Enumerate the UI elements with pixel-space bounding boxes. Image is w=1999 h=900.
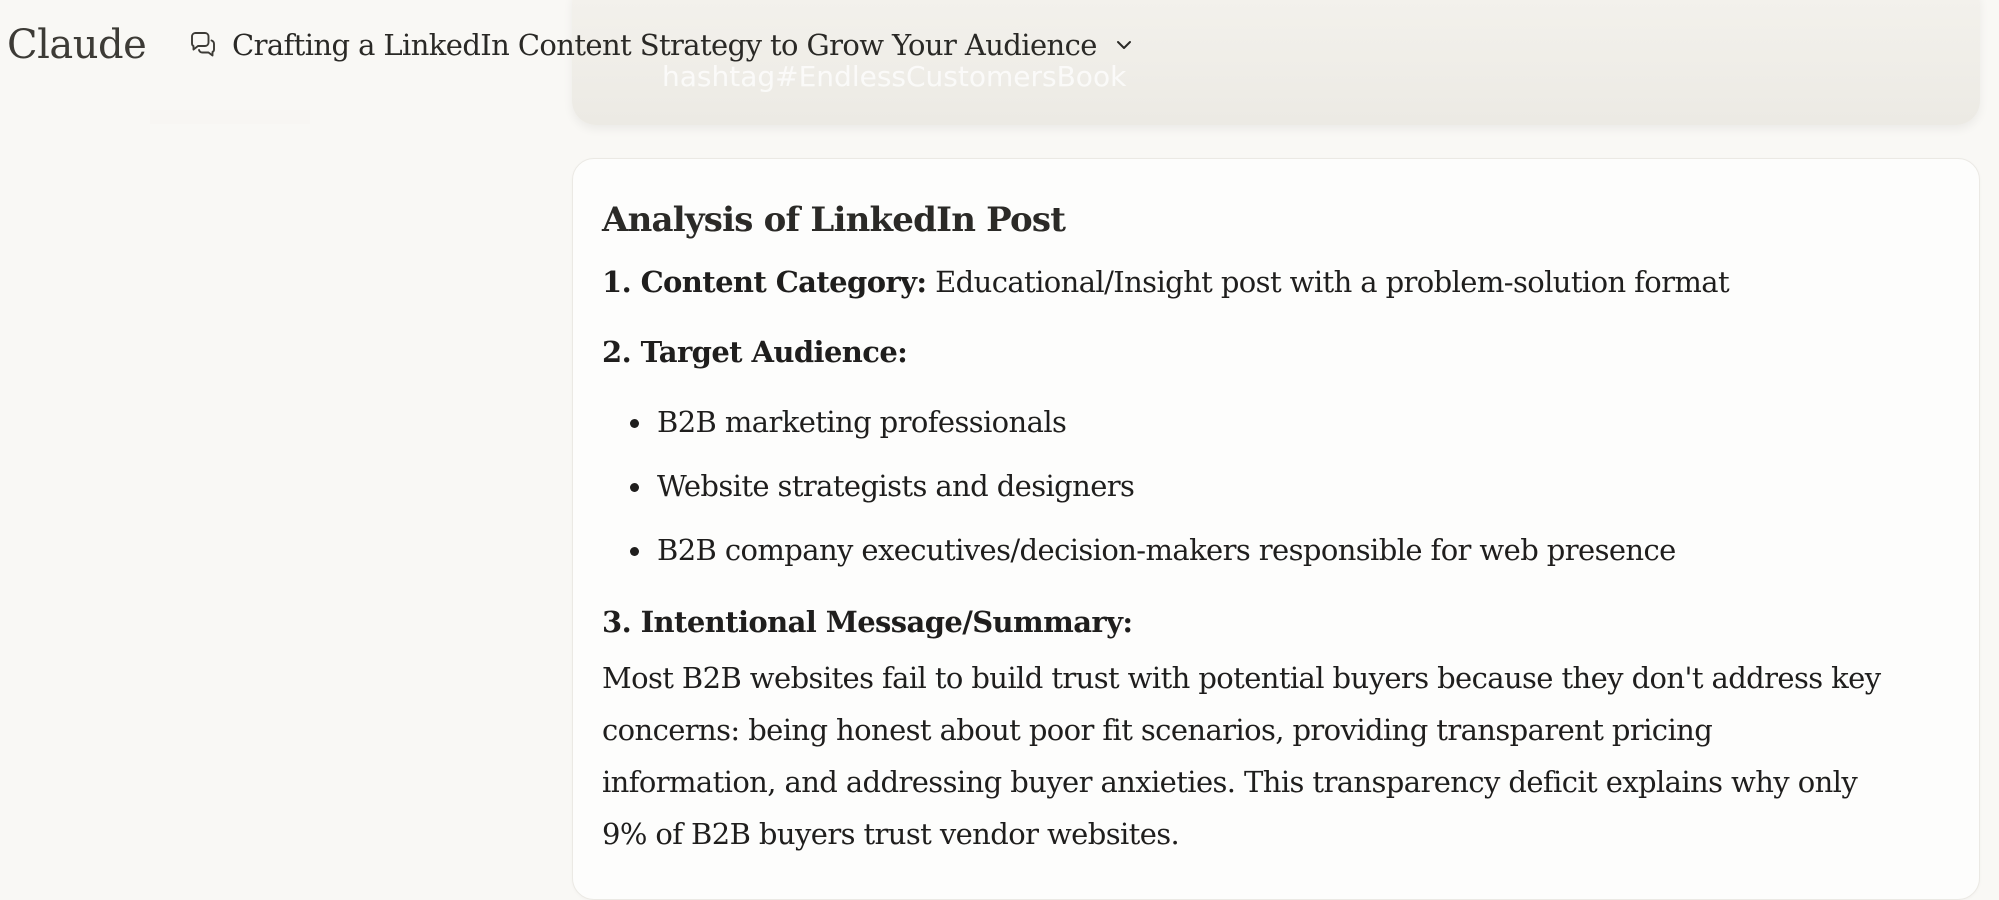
- content-category-line: 1. Content Category: Educational/Insight…: [602, 262, 1730, 302]
- response-heading: Analysis of LinkedIn Post: [602, 200, 1066, 240]
- response-content: Analysis of LinkedIn Post: [602, 196, 1902, 244]
- chat-bubbles-icon: [186, 28, 220, 62]
- list-item: Website strategists and designers: [630, 466, 1676, 530]
- list-item: B2B company executives/decision-makers r…: [630, 530, 1676, 594]
- content-category-label: 1. Content Category:: [602, 265, 927, 299]
- target-audience-label: 2. Target Audience:: [602, 335, 908, 369]
- list-item: B2B marketing professionals: [630, 402, 1676, 466]
- claude-logo[interactable]: Claude: [7, 22, 147, 68]
- target-audience-list: B2B marketing professionals Website stra…: [630, 402, 1676, 594]
- message-summary-label: 3. Intentional Message/Summary:: [602, 605, 1133, 639]
- chat-title: Crafting a LinkedIn Content Strategy to …: [232, 28, 1097, 62]
- sidebar-shadow: [150, 110, 310, 124]
- message-summary-line: 3. Intentional Message/Summary:: [602, 602, 1133, 642]
- message-summary-text: Most B2B websites fail to build trust wi…: [602, 661, 1881, 851]
- target-audience-line: 2. Target Audience:: [602, 332, 908, 372]
- content-category-value: Educational/Insight post with a problem-…: [926, 265, 1730, 299]
- chat-title-dropdown[interactable]: Crafting a LinkedIn Content Strategy to …: [186, 28, 1135, 62]
- top-header: Claude Crafting a LinkedIn Content Strat…: [0, 0, 1999, 98]
- chevron-down-icon: [1113, 34, 1135, 56]
